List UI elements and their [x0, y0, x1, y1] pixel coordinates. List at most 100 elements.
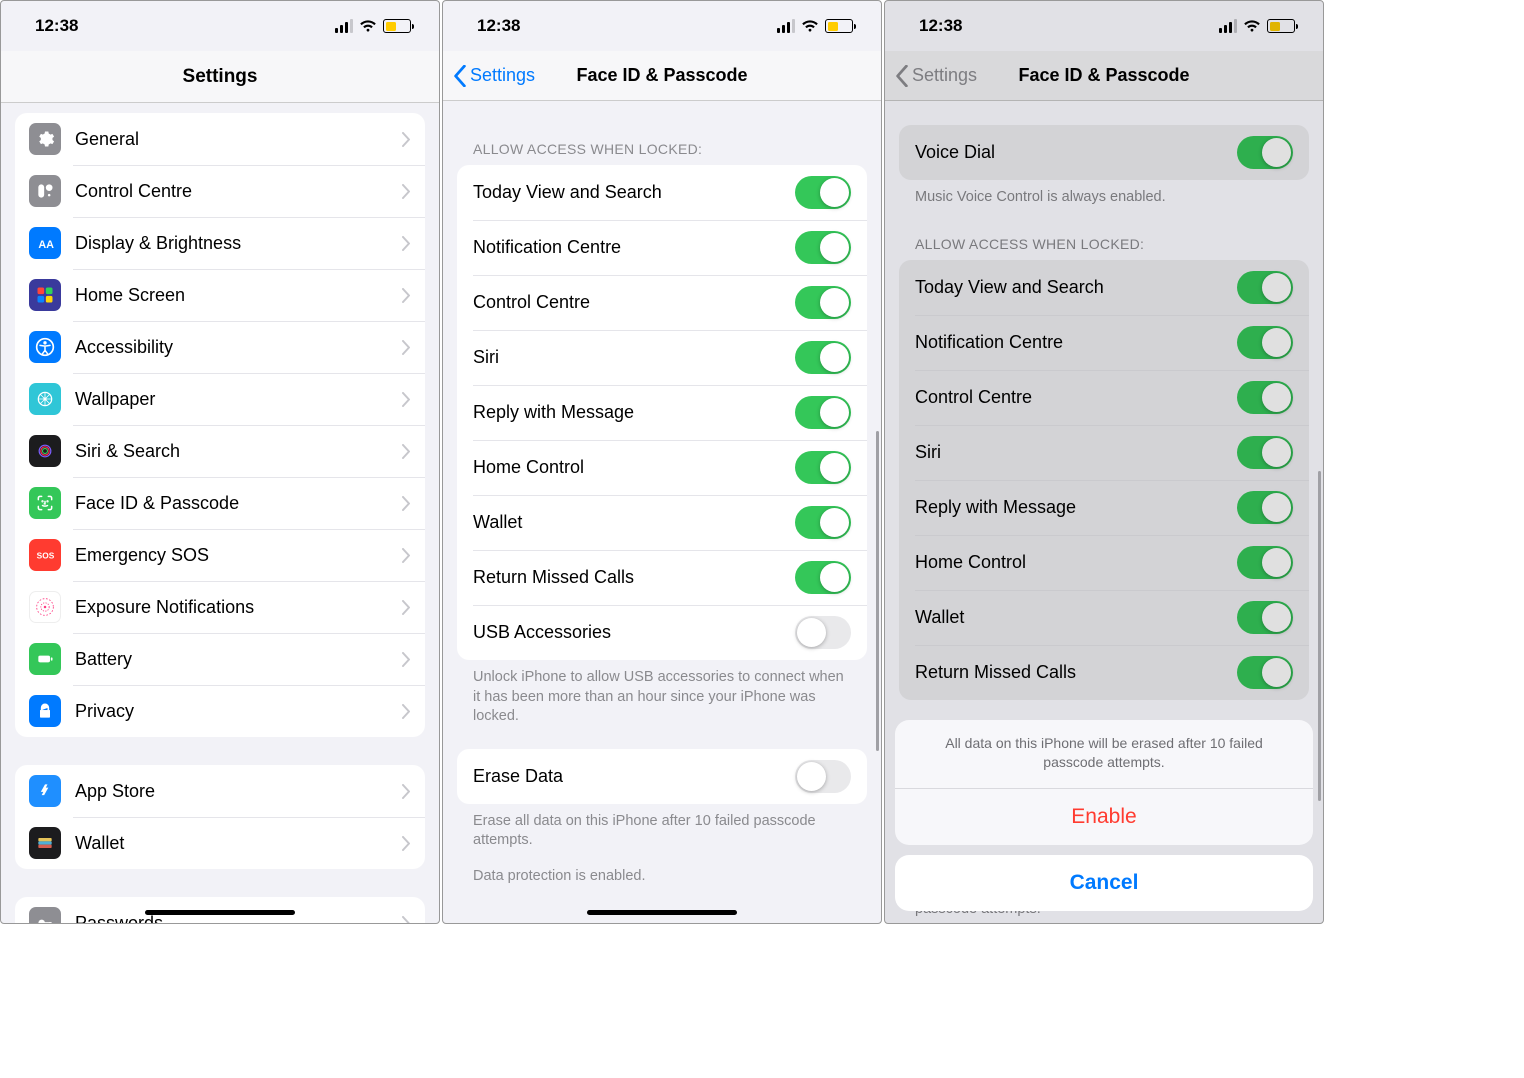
- row-label: Exposure Notifications: [75, 597, 402, 618]
- display-brightness-icon: AA: [29, 227, 61, 259]
- toggle-return-missed[interactable]: [795, 561, 851, 594]
- toggle-usb-accessories[interactable]: [795, 616, 851, 649]
- row-label: Control Centre: [75, 181, 402, 202]
- row-label: Today View and Search: [915, 277, 1104, 298]
- row-label: Wallet: [75, 833, 402, 854]
- chevron-right-icon: [402, 392, 411, 407]
- row-reply-message[interactable]: Reply with Message: [457, 385, 867, 440]
- row-wallpaper[interactable]: Wallpaper: [15, 373, 425, 425]
- row-exposure-notifications[interactable]: Exposure Notifications: [15, 581, 425, 633]
- chevron-right-icon: [402, 548, 411, 563]
- row-label: App Store: [75, 781, 402, 802]
- svg-text:SOS: SOS: [37, 550, 55, 560]
- enable-button[interactable]: Enable: [895, 788, 1313, 845]
- cellular-icon: [1219, 19, 1237, 33]
- nav-title: Settings: [1, 51, 439, 103]
- toggle-home-control[interactable]: [1237, 546, 1293, 579]
- toggle-siri[interactable]: [1237, 436, 1293, 469]
- cellular-icon: [335, 19, 353, 33]
- row-privacy[interactable]: Privacy: [15, 685, 425, 737]
- row-home-screen[interactable]: Home Screen: [15, 269, 425, 321]
- row-return-missed[interactable]: Return Missed Calls: [899, 645, 1309, 700]
- row-siri[interactable]: Siri: [457, 330, 867, 385]
- row-wallet[interactable]: Wallet: [899, 590, 1309, 645]
- row-wallet[interactable]: Wallet: [457, 495, 867, 550]
- toggle-today-view[interactable]: [795, 176, 851, 209]
- wifi-icon: [1243, 19, 1261, 33]
- toggle-home-control[interactable]: [795, 451, 851, 484]
- toggle-erase-data[interactable]: [795, 760, 851, 793]
- row-notification-centre[interactable]: Notification Centre: [899, 315, 1309, 370]
- row-today-view[interactable]: Today View and Search: [899, 260, 1309, 315]
- home-indicator[interactable]: [145, 910, 295, 915]
- row-notification-centre[interactable]: Notification Centre: [457, 220, 867, 275]
- row-label: Reply with Message: [915, 497, 1076, 518]
- chevron-right-icon: [402, 184, 411, 199]
- row-erase-data[interactable]: Erase Data: [457, 749, 867, 804]
- scrollbar[interactable]: [1318, 471, 1321, 801]
- wifi-icon: [801, 19, 819, 33]
- toggle-voice-dial[interactable]: [1237, 136, 1293, 169]
- toggle-siri[interactable]: [795, 341, 851, 374]
- row-general[interactable]: General: [15, 113, 425, 165]
- chevron-right-icon: [402, 132, 411, 147]
- row-emergency-sos[interactable]: SOS Emergency SOS: [15, 529, 425, 581]
- row-usb-accessories[interactable]: USB Accessories: [457, 605, 867, 660]
- wifi-icon: [359, 19, 377, 33]
- row-label: Control Centre: [915, 387, 1032, 408]
- chevron-right-icon: [402, 784, 411, 799]
- row-label: Home Screen: [75, 285, 402, 306]
- back-button[interactable]: Settings: [895, 51, 977, 100]
- toggle-reply-message[interactable]: [1237, 491, 1293, 524]
- exposure-notifications-icon: [29, 591, 61, 623]
- chevron-right-icon: [402, 236, 411, 251]
- chevron-right-icon: [402, 704, 411, 719]
- chevron-left-icon: [453, 65, 467, 87]
- row-home-control[interactable]: Home Control: [899, 535, 1309, 590]
- toggle-notification-centre[interactable]: [1237, 326, 1293, 359]
- siri-search-icon: [29, 435, 61, 467]
- row-return-missed[interactable]: Return Missed Calls: [457, 550, 867, 605]
- row-wallet[interactable]: Wallet: [15, 817, 425, 869]
- row-faceid-passcode[interactable]: Face ID & Passcode: [15, 477, 425, 529]
- row-siri[interactable]: Siri: [899, 425, 1309, 480]
- row-today-view[interactable]: Today View and Search: [457, 165, 867, 220]
- toggle-notification-centre[interactable]: [795, 231, 851, 264]
- general-icon: [29, 123, 61, 155]
- app-store-icon: [29, 775, 61, 807]
- row-label: Notification Centre: [915, 332, 1063, 353]
- chevron-right-icon: [402, 916, 411, 924]
- row-voice-dial[interactable]: Voice Dial: [899, 125, 1309, 180]
- chevron-right-icon: [402, 444, 411, 459]
- settings-content: General Control Centre AADisplay & Brightn…: [1, 103, 439, 923]
- row-battery[interactable]: Battery: [15, 633, 425, 685]
- cancel-button[interactable]: Cancel: [895, 855, 1313, 911]
- toggle-wallet[interactable]: [795, 506, 851, 539]
- row-siri-search[interactable]: Siri & Search: [15, 425, 425, 477]
- chevron-right-icon: [402, 340, 411, 355]
- usb-footer-text: Unlock iPhone to allow USB accessories t…: [443, 660, 881, 749]
- row-control-centre[interactable]: Control Centre: [457, 275, 867, 330]
- back-button[interactable]: Settings: [453, 51, 535, 100]
- row-app-store[interactable]: App Store: [15, 765, 425, 817]
- row-accessibility[interactable]: Accessibility: [15, 321, 425, 373]
- row-label: Face ID & Passcode: [75, 493, 402, 514]
- row-home-control[interactable]: Home Control: [457, 440, 867, 495]
- voice-footer-text: Music Voice Control is always enabled.: [885, 180, 1323, 230]
- toggle-control-centre[interactable]: [1237, 381, 1293, 414]
- toggle-return-missed[interactable]: [1237, 656, 1293, 689]
- row-reply-message[interactable]: Reply with Message: [899, 480, 1309, 535]
- row-label: Emergency SOS: [75, 545, 402, 566]
- status-bar: 12:38: [443, 1, 881, 51]
- toggle-today-view[interactable]: [1237, 271, 1293, 304]
- row-control-centre[interactable]: Control Centre: [15, 165, 425, 217]
- home-indicator[interactable]: [587, 910, 737, 915]
- toggle-wallet[interactable]: [1237, 601, 1293, 634]
- row-control-centre[interactable]: Control Centre: [899, 370, 1309, 425]
- chevron-right-icon: [402, 496, 411, 511]
- toggle-reply-message[interactable]: [795, 396, 851, 429]
- status-bar: 12:38: [885, 1, 1323, 51]
- toggle-control-centre[interactable]: [795, 286, 851, 319]
- scrollbar[interactable]: [876, 431, 879, 751]
- row-display-brightness[interactable]: AADisplay & Brightness: [15, 217, 425, 269]
